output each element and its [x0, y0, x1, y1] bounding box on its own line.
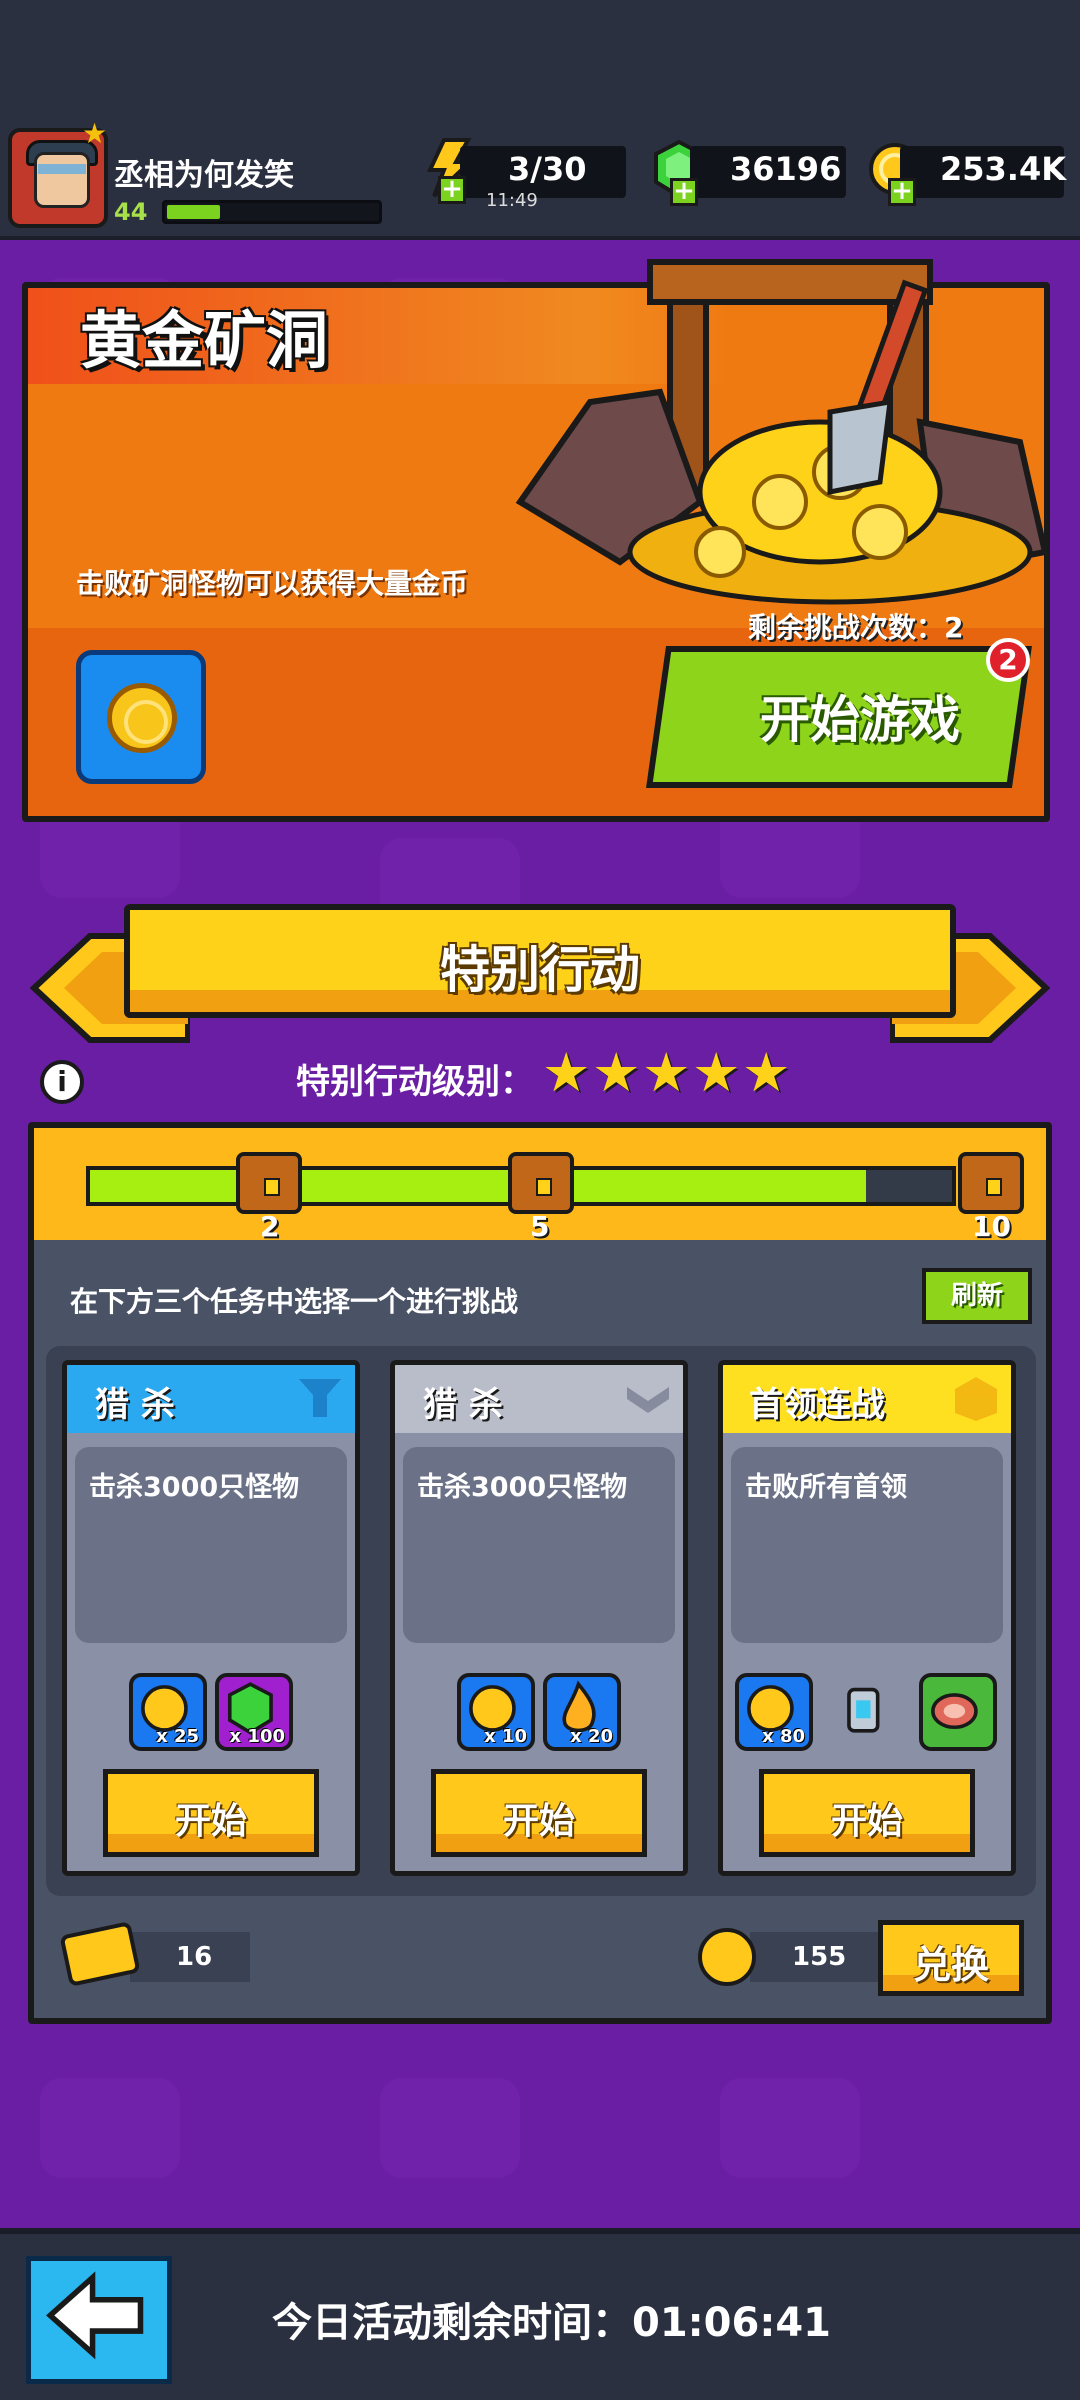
gold-mine-reward-coin[interactable] [76, 650, 206, 784]
token-coin-icon [698, 1928, 756, 1986]
coin-icon: x 25 [129, 1673, 207, 1751]
refresh-button[interactable]: 刷新 [922, 1268, 1032, 1324]
add-coins-button[interactable]: + [888, 178, 916, 206]
mission-card-title: 猎 杀 [423, 1385, 503, 1425]
milestone-chest-icon[interactable] [958, 1152, 1024, 1214]
level-star-icon: ★ [642, 1041, 691, 1104]
player-name: 丞相为何发笑 [114, 158, 294, 193]
mission-start-label[interactable]: 开始 [436, 1792, 642, 1844]
ticket-value: 16 [176, 1942, 213, 1972]
energy-value: 3/30 [508, 150, 587, 188]
special-action-title: 特别行动 [440, 941, 640, 999]
mission-start-button[interactable]: 开始 [103, 1769, 319, 1857]
gem-value: 36196 [730, 150, 842, 188]
start-game-label[interactable]: 开始游戏 [760, 680, 960, 752]
mission-instruction: 在下方三个任务中选择一个进行挑战 [70, 1285, 519, 1318]
back-button[interactable] [26, 2256, 172, 2384]
reward-quantity: x 20 [570, 1726, 613, 1747]
xp-progress-bar [162, 200, 382, 224]
coin-icon: x 80 [735, 1673, 813, 1751]
mission-card: 猎 杀 击杀3000只怪物 x 25 x 100 开始 [62, 1360, 360, 1876]
notification-badge: 2 [986, 638, 1030, 682]
coin-icon: x 10 [457, 1673, 535, 1751]
status-bar-area [0, 0, 1080, 120]
energy-refill-timer: 11:49 [486, 190, 538, 211]
reward-quantity: x 80 [762, 1726, 805, 1747]
level-star-icon: ★ [742, 1041, 791, 1104]
gold-mine-illustration [515, 259, 1049, 605]
add-energy-button[interactable]: + [438, 176, 466, 204]
remaining-attempts: 剩余挑战次数：2 [748, 611, 964, 644]
blue-tier-icon [299, 1379, 341, 1417]
meat-icon [919, 1673, 997, 1751]
level-star-icon: ★ [542, 1041, 591, 1104]
mission-description: 击杀3000只怪物 [89, 1472, 300, 1503]
event-countdown: 今日活动剩余时间：01:06:41 [272, 2300, 831, 2346]
gold-mine-title: 黄金矿洞 [80, 304, 329, 377]
xp-progress-fill [167, 205, 220, 219]
back-arrow-icon [45, 2271, 144, 2360]
milestone-label: 2 [260, 1210, 280, 1243]
milestone-progress-fill [90, 1170, 866, 1202]
gem-icon: x 100 [215, 1673, 293, 1751]
mission-description: 击败所有首领 [745, 1472, 907, 1503]
mission-card: 首领连战 击败所有首领 x 80 开始 [718, 1360, 1016, 1876]
armor-icon [827, 1673, 905, 1751]
exchange-label[interactable]: 兑换 [878, 1934, 1024, 1989]
vip-star-icon: ★ [82, 117, 108, 150]
mission-start-button[interactable]: 开始 [431, 1769, 647, 1857]
mission-description: 击杀3000只怪物 [417, 1472, 628, 1503]
milestone-chest-icon[interactable] [508, 1152, 574, 1214]
level-star-icon: ★ [592, 1041, 641, 1104]
coin-value: 253.4K [940, 150, 1067, 188]
reward-quantity: x 25 [156, 1726, 199, 1747]
special-action-level-label: 特别行动级别： [296, 1062, 534, 1102]
mission-card: 猎 杀 击杀3000只怪物 x 10 x 20 开始 [390, 1360, 688, 1876]
mission-start-label[interactable]: 开始 [108, 1792, 314, 1844]
milestone-label: 10 [972, 1210, 1011, 1243]
mission-start-label[interactable]: 开始 [764, 1792, 970, 1844]
milestone-label: 5 [530, 1210, 550, 1243]
milestone-chest-icon[interactable] [236, 1152, 302, 1214]
reward-quantity: x 100 [229, 1726, 285, 1747]
add-gems-button[interactable]: + [670, 178, 698, 206]
mission-start-button[interactable]: 开始 [759, 1769, 975, 1857]
gold-tier-icon [955, 1377, 997, 1421]
mission-card-title: 猎 杀 [95, 1385, 175, 1425]
gold-mine-description: 击败矿洞怪物可以获得大量金币 [76, 567, 469, 600]
reward-quantity: x 10 [484, 1726, 527, 1747]
chevron-down-icon [627, 1387, 669, 1413]
flame-icon: x 20 [543, 1673, 621, 1751]
mission-card-title: 首领连战 [749, 1385, 885, 1425]
info-icon[interactable]: i [40, 1060, 84, 1104]
token-value: 155 [792, 1942, 847, 1972]
level-star-icon: ★ [692, 1041, 741, 1104]
player-level: 44 [114, 198, 148, 226]
